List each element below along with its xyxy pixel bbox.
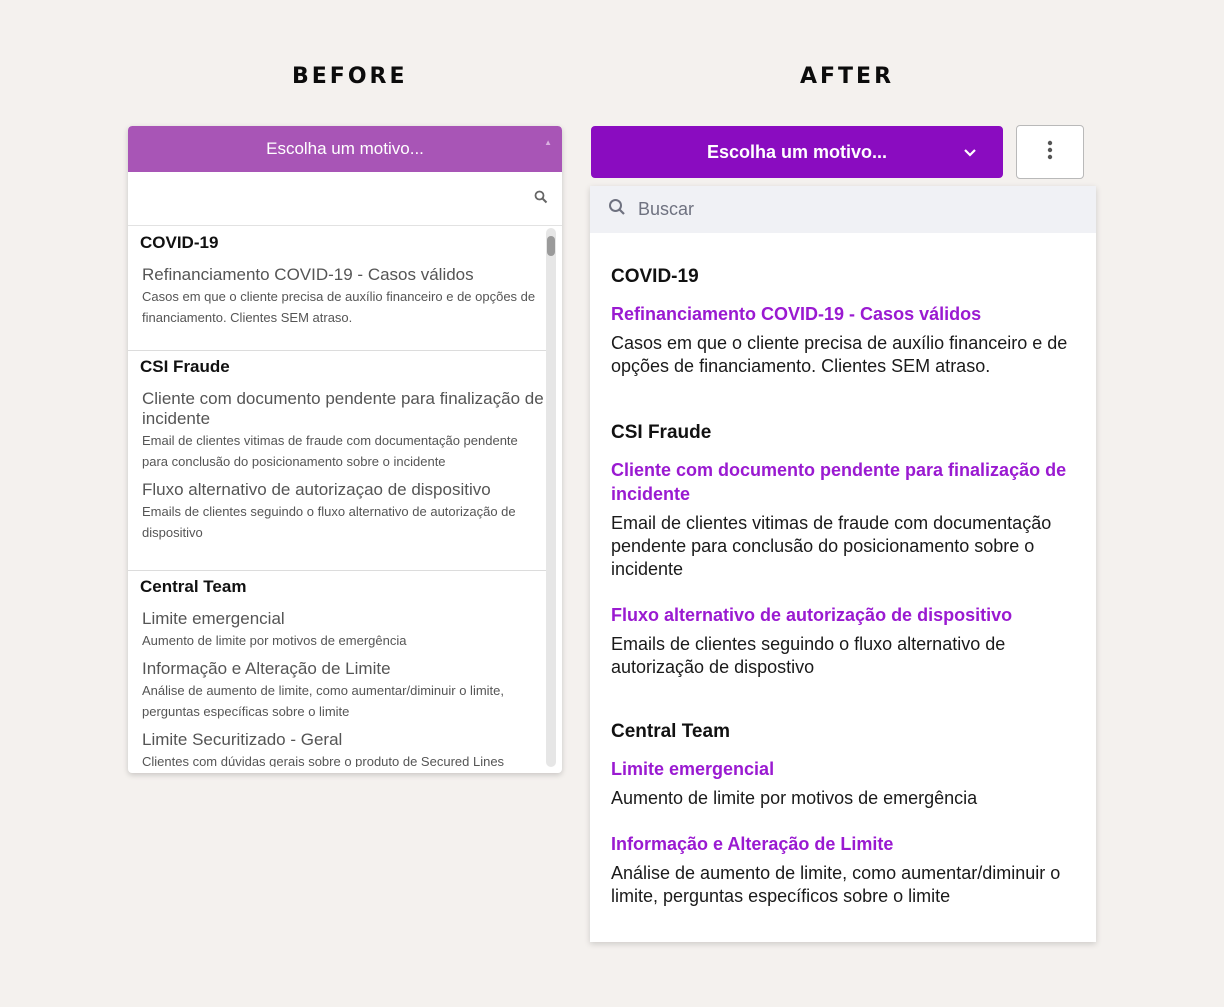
option-description: Emails de clientes seguindo o fluxo alte… [611,634,1006,677]
option-description: Aumento de limite por motivos de emergên… [142,633,407,648]
group-title: COVID-19 [140,233,219,252]
group-title: CSI Fraude [611,422,712,443]
after-option-list: COVID-19 Refinanciamento COVID-19 - Caso… [611,233,1081,908]
before-option-list: COVID-19 Refinanciamento COVID-19 - Caso… [128,227,546,767]
search-placeholder: Buscar [638,199,695,219]
option-description: Emails de clientes seguindo o fluxo alte… [142,504,516,540]
before-search-input[interactable] [128,172,562,226]
more-options-button[interactable] [1016,125,1084,179]
vertical-dots-icon [1047,140,1053,165]
option-item[interactable]: Informação e Alteração de Limite Análise… [611,832,1081,908]
option-title: Fluxo alternativo de autorização de disp… [611,605,1013,625]
option-title: Limite emergencial [611,759,775,779]
option-title: Limite Securitizado - Geral [142,730,343,749]
option-item[interactable]: Fluxo alternativo de autorização de disp… [611,603,1081,679]
before-scrollbar[interactable] [546,228,556,767]
search-icon [608,198,626,221]
option-description: Aumento de limite por motivos de emergên… [611,788,978,808]
before-dropdown-panel: Escolha um motivo... ▲ COVID-19 Refinanc… [128,126,562,773]
after-group-covid: COVID-19 Refinanciamento COVID-19 - Caso… [611,266,1081,378]
option-item[interactable]: Fluxo alternativo de autorizaçao de disp… [140,472,546,543]
option-item[interactable]: Limite emergencial Aumento de limite por… [611,757,1081,810]
chevron-down-icon [963,144,977,165]
option-item[interactable]: Limite Securitizado - Geral Clientes com… [140,722,546,767]
after-search-input[interactable]: Buscar [590,186,1096,233]
option-description: Análise de aumento de limite, como aumen… [142,683,505,719]
before-group-central-team: Central Team Limite emergencial Aumento … [128,571,546,767]
after-select-button[interactable]: Escolha um motivo... [591,126,1003,178]
group-title: Central Team [611,721,730,742]
option-title: Cliente com documento pendente para fina… [611,460,1067,504]
option-title: Informação e Alteração de Limite [142,659,391,678]
group-title: CSI Fraude [140,357,230,376]
option-description: Clientes com dúvidas gerais sobre o prod… [142,754,505,767]
option-title: Fluxo alternativo de autorizaçao de disp… [142,480,491,499]
scrollbar-thumb[interactable] [547,236,555,256]
option-title: Refinanciamento COVID-19 - Casos válidos [142,265,474,284]
option-title: Refinanciamento COVID-19 - Casos válidos [611,304,982,324]
option-title: Cliente com documento pendente para fina… [142,389,544,428]
option-title: Informação e Alteração de Limite [611,834,894,854]
group-title: COVID-19 [611,266,699,287]
option-description: Email de clientes vitimas de fraude com … [611,513,1052,579]
caret-up-icon: ▲ [544,138,552,147]
option-title: Limite emergencial [142,609,285,628]
after-heading: AFTER [800,64,895,89]
option-item[interactable]: Refinanciamento COVID-19 - Casos válidos… [140,257,546,328]
group-title: Central Team [140,577,247,596]
option-item[interactable]: Refinanciamento COVID-19 - Casos válidos… [611,302,1081,378]
after-dropdown-panel: Buscar COVID-19 Refinanciamento COVID-19… [590,186,1096,942]
before-group-csi-fraude: CSI Fraude Cliente com documento pendent… [128,351,546,571]
before-heading: BEFORE [292,64,408,89]
option-description: Email de clientes vitimas de fraude com … [142,433,518,469]
option-item[interactable]: Cliente com documento pendente para fina… [611,458,1081,581]
option-item[interactable]: Informação e Alteração de Limite Análise… [140,651,546,722]
search-icon [534,190,548,209]
option-description: Casos em que o cliente precisa de auxíli… [611,333,1068,376]
before-select-button[interactable]: Escolha um motivo... ▲ [128,126,562,172]
before-group-covid: COVID-19 Refinanciamento COVID-19 - Caso… [128,227,546,351]
before-select-label: Escolha um motivo... [266,139,424,158]
after-group-central-team: Central Team Limite emergencial Aumento … [611,721,1081,908]
after-group-csi-fraude: CSI Fraude Cliente com documento pendent… [611,422,1081,679]
option-description: Análise de aumento de limite, como aumen… [611,863,1061,906]
option-item[interactable]: Limite emergencial Aumento de limite por… [140,601,546,651]
option-item[interactable]: Cliente com documento pendente para fina… [140,381,546,472]
after-select-label: Escolha um motivo... [706,141,888,162]
option-description: Casos em que o cliente precisa de auxíli… [142,289,536,325]
